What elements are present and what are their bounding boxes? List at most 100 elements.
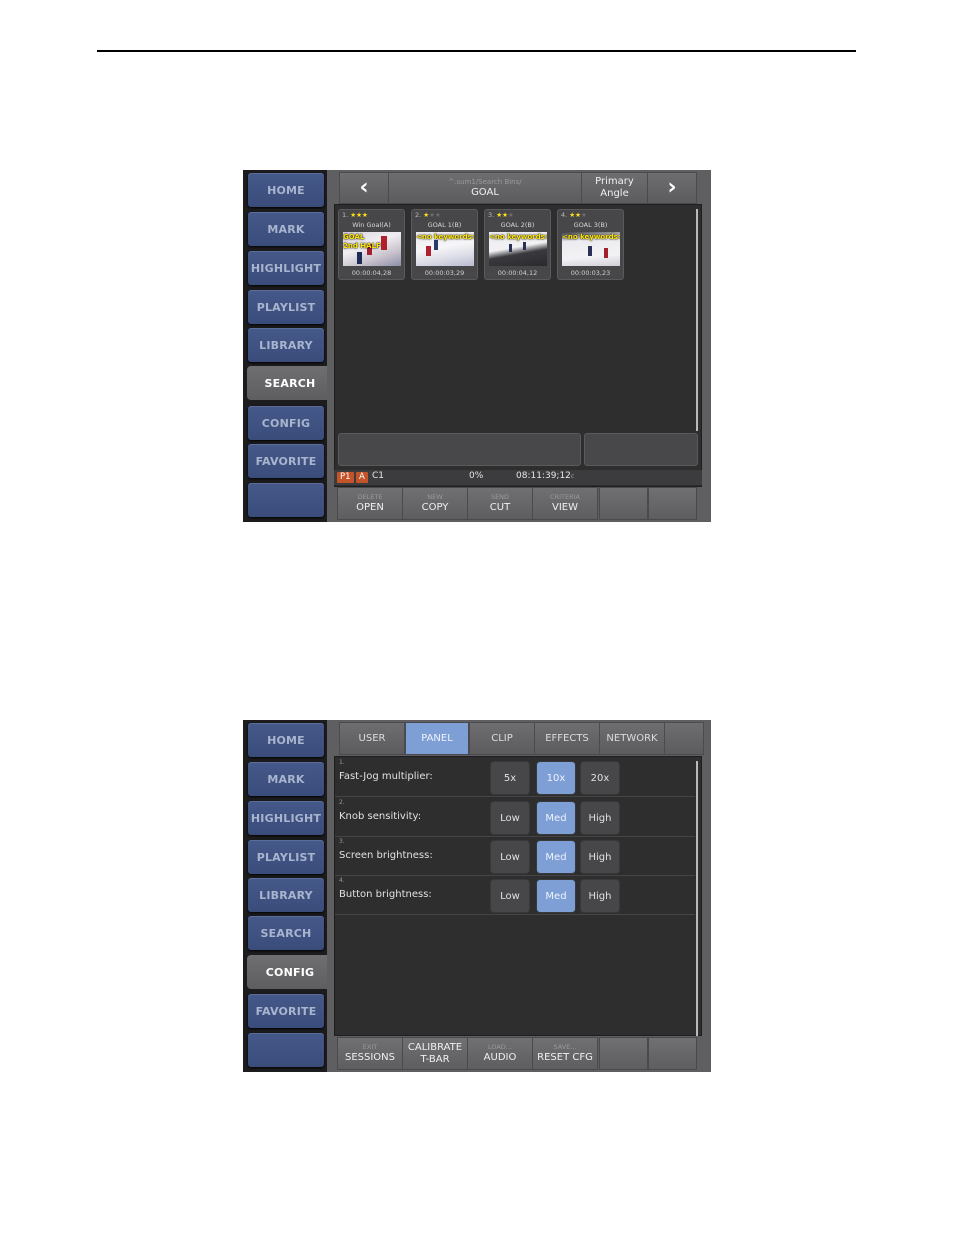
clip-name: GOAL 3(B) — [573, 221, 608, 229]
tab-blank[interactable] — [664, 722, 704, 755]
button-label-line1: CALIBRATE — [407, 1041, 463, 1053]
page-top-rule — [97, 50, 856, 52]
clip-keywords: <no keywords> — [416, 233, 474, 241]
nav-highlight-button[interactable]: HIGHLIGHT — [248, 801, 324, 835]
nav-playlist-button[interactable]: PLAYLIST — [248, 290, 324, 324]
forward-button[interactable]: › — [647, 172, 697, 204]
settings-scrollbar[interactable] — [696, 761, 698, 1036]
clip-index: 3. — [488, 211, 495, 219]
clip-keywords: <no keywords> — [562, 233, 620, 241]
button-label: OPEN — [356, 502, 384, 513]
search-main-frame: ‹ ^.sum1/Search Bins/ GOAL Primary Angle… — [327, 170, 711, 522]
nav-blank-button[interactable] — [248, 483, 324, 517]
nav-config-button[interactable]: CONFIG — [247, 955, 333, 989]
clip-tile[interactable]: 4. ★★★ GOAL 3(B) <no keywords> 00:00:03,… — [557, 209, 624, 280]
nav-playlist-button[interactable]: PLAYLIST — [248, 840, 324, 874]
clip-tile[interactable]: 3. ★★★ GOAL 2(B) <no keywords> 00:00:04,… — [484, 209, 551, 280]
clip-index: 4. — [561, 211, 568, 219]
nav-mark-button[interactable]: MARK — [248, 212, 324, 246]
nav-favorite-button[interactable]: FAVORITE — [248, 444, 324, 478]
clip-header: 3. ★★★ — [488, 211, 514, 219]
nav-blank-button[interactable] — [248, 1033, 324, 1067]
angle-button[interactable]: Primary Angle — [581, 172, 648, 204]
nav-home-button[interactable]: HOME — [248, 723, 324, 757]
bin-path: ^.sum1/Search Bins/ — [448, 177, 522, 186]
reset-cfg-button[interactable]: SAVE... RESET CFG — [532, 1037, 598, 1070]
nav-library-button[interactable]: LIBRARY — [248, 878, 324, 912]
tab-user[interactable]: USER — [339, 722, 405, 755]
star-empty-icon: ★ — [434, 211, 441, 219]
blank-button-5[interactable] — [599, 1037, 648, 1070]
button-sublabel: CRITERIA — [550, 493, 580, 501]
percent-readout: 0% — [469, 471, 484, 481]
sessions-button[interactable]: EXIT SESSIONS — [337, 1037, 403, 1070]
nav-config-button[interactable]: CONFIG — [248, 406, 324, 440]
option-high-button[interactable]: High — [580, 879, 620, 913]
clip-index: 1. — [342, 211, 349, 219]
option-20x-button[interactable]: 20x — [580, 761, 620, 795]
chevron-left-icon: ‹ — [359, 175, 369, 200]
open-button[interactable]: DELETE OPEN — [337, 487, 403, 520]
info-panel-left — [338, 433, 581, 466]
nav-home-button[interactable]: HOME — [248, 173, 324, 207]
bin-title-button[interactable]: ^.sum1/Search Bins/ GOAL — [388, 172, 582, 204]
player-figure — [604, 248, 608, 258]
bin-title: GOAL — [471, 186, 499, 198]
clip-tile[interactable]: 1. ★★★ Win Goal(A) GOAL 2nd HALF 00:00:0… — [338, 209, 405, 280]
status-bar: P1 A C1 0% 08:11:39;12c — [334, 470, 702, 485]
option-med-button[interactable]: Med — [536, 879, 576, 913]
nav-library-button[interactable]: LIBRARY — [248, 328, 324, 362]
audio-button[interactable]: LOAD... AUDIO — [467, 1037, 533, 1070]
button-label: VIEW — [552, 502, 578, 513]
nav-highlight-button[interactable]: HIGHLIGHT — [248, 251, 324, 285]
calibrate-tbar-button[interactable]: CALIBRATE T-BAR — [402, 1037, 468, 1070]
tab-effects[interactable]: EFFECTS — [534, 722, 600, 755]
clip-header: 2. ★★★ — [415, 211, 441, 219]
player-figure — [509, 244, 512, 252]
option-high-button[interactable]: High — [580, 801, 620, 835]
setting-label: Screen brightness: — [339, 850, 433, 861]
player-figure — [588, 246, 592, 256]
player-figure — [357, 252, 362, 264]
blank-button-6[interactable] — [648, 487, 697, 520]
setting-label: Fast-Jog multiplier: — [339, 771, 433, 782]
button-label: COPY — [421, 502, 449, 513]
copy-button[interactable]: NEW COPY — [402, 487, 468, 520]
option-high-button[interactable]: High — [580, 840, 620, 874]
side-nav: HOME MARK HIGHLIGHT PLAYLIST LIBRARY SEA… — [243, 720, 333, 1072]
setting-row-knob-sensitivity: 2. Knob sensitivity: Low Med High — [335, 797, 695, 837]
cut-button[interactable]: SEND CUT — [467, 487, 533, 520]
star-empty-icon: ★ — [507, 211, 514, 219]
nav-search-button[interactable]: SEARCH — [248, 916, 324, 950]
option-med-button[interactable]: Med — [536, 840, 576, 874]
button-label: RESET CFG — [537, 1052, 593, 1063]
tab-clip[interactable]: CLIP — [469, 722, 535, 755]
clip-index: 2. — [415, 211, 422, 219]
back-button[interactable]: ‹ — [339, 172, 389, 204]
keyword: 2nd HALF — [343, 242, 381, 250]
option-low-button[interactable]: Low — [490, 840, 530, 874]
option-10x-button[interactable]: 10x — [536, 761, 576, 795]
clip-grid-scrollbar[interactable] — [696, 209, 698, 431]
tab-network[interactable]: NETWORK — [599, 722, 665, 755]
nav-search-button[interactable]: SEARCH — [247, 366, 333, 400]
clip-tile[interactable]: 2. ★★★ GOAL 1(B) <no keywords> 00:00:03,… — [411, 209, 478, 280]
nav-mark-button[interactable]: MARK — [248, 762, 324, 796]
player-tag: P1 — [337, 472, 354, 483]
option-5x-button[interactable]: 5x — [490, 761, 530, 795]
option-med-button[interactable]: Med — [536, 801, 576, 835]
player-figure — [523, 242, 526, 250]
tab-panel[interactable]: PANEL — [405, 722, 469, 755]
button-sublabel: SAVE... — [553, 1043, 577, 1051]
button-sublabel: EXIT — [362, 1043, 378, 1051]
view-button[interactable]: CRITERIA VIEW — [532, 487, 598, 520]
blank-button-5[interactable] — [599, 487, 648, 520]
clip-name: GOAL 1(B) — [427, 221, 462, 229]
info-panel-right — [584, 433, 698, 466]
nav-favorite-button[interactable]: FAVORITE — [248, 994, 324, 1028]
option-low-button[interactable]: Low — [490, 801, 530, 835]
option-low-button[interactable]: Low — [490, 879, 530, 913]
clip-header: 1. ★★★ — [342, 211, 368, 219]
settings-panel: 1. Fast-Jog multiplier: 5x 10x 20x 2. Kn… — [334, 756, 702, 1036]
blank-button-6[interactable] — [648, 1037, 697, 1070]
